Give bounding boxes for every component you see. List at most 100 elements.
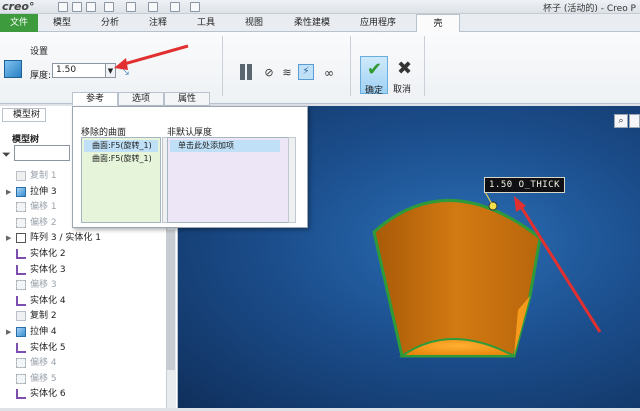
removed-surfaces-list[interactable]: 曲面:F5(旋转_1) 曲面:F5(旋转_1) bbox=[81, 137, 161, 223]
tree-item[interactable]: 偏移 4 bbox=[6, 355, 156, 371]
offset-icon bbox=[16, 280, 26, 291]
tab-references[interactable]: 参考 bbox=[72, 92, 118, 106]
copy-icon bbox=[16, 171, 26, 181]
thickness-annotation-arrow bbox=[114, 44, 189, 70]
cancel-label: 取消 bbox=[393, 85, 412, 95]
glasses-icon[interactable]: ∞ bbox=[320, 66, 338, 80]
tree-item[interactable]: 实体化 3 bbox=[6, 262, 156, 278]
list-item[interactable]: 曲面:F5(旋转_1) bbox=[84, 153, 158, 165]
offset-icon bbox=[16, 358, 26, 369]
tab-properties[interactable]: 属性 bbox=[164, 92, 210, 106]
cup-outer-wall bbox=[372, 198, 542, 358]
tab-options[interactable]: 选项 bbox=[118, 92, 164, 106]
tree-item-label: 实体化 3 bbox=[30, 264, 66, 275]
solidify-icon bbox=[16, 264, 26, 275]
tree-item-label: 偏移 2 bbox=[30, 217, 57, 228]
model-tree-header: 模型树 bbox=[12, 135, 40, 145]
tree-item[interactable]: ▶ 阵列 3 / 实体化 1 bbox=[6, 230, 156, 246]
solidify-icon bbox=[16, 342, 26, 353]
tree-item-label: 拉伸 3 bbox=[30, 186, 57, 197]
copy-icon bbox=[16, 311, 26, 322]
solidify-icon bbox=[16, 389, 26, 400]
tree-item[interactable]: 偏移 3 bbox=[6, 277, 156, 293]
expand-arrow-icon[interactable]: ▶ bbox=[6, 184, 11, 200]
cancel-x-icon: ✖ bbox=[397, 58, 413, 79]
extrude-icon bbox=[16, 327, 26, 337]
tree-item-label: 偏移 5 bbox=[30, 373, 57, 384]
tab-view[interactable]: 视图 bbox=[236, 14, 272, 32]
tree-item[interactable]: 偏移 5 bbox=[6, 371, 156, 387]
tree-scroll-thumb[interactable] bbox=[167, 230, 175, 370]
title-bar: creo° 杯子 (活动的) - Creo P bbox=[0, 0, 640, 14]
solidify-icon bbox=[16, 295, 26, 306]
list-item[interactable]: 曲面:F5(旋转_1) bbox=[84, 140, 158, 152]
tree-item[interactable]: 实体化 5 bbox=[6, 340, 156, 356]
window-icon[interactable] bbox=[170, 2, 180, 12]
references-panel: 移除的曲面 曲面:F5(旋转_1) 曲面:F5(旋转_1) 非默认厚度 单击此处… bbox=[72, 106, 308, 228]
tab-applications[interactable]: 应用程序 bbox=[350, 14, 406, 32]
pause-icon[interactable] bbox=[238, 64, 254, 80]
tree-item[interactable]: 复制 2 bbox=[6, 308, 156, 324]
filter-icon[interactable]: ⏷ bbox=[2, 148, 11, 162]
ok-check-icon: ✔ bbox=[367, 59, 383, 80]
thickness-input[interactable]: 1.50 bbox=[52, 63, 106, 78]
tab-flexible-modeling[interactable]: 柔性建模 bbox=[284, 14, 340, 32]
offset-icon bbox=[16, 202, 26, 213]
tree-item-label: 实体化 6 bbox=[30, 389, 66, 400]
tree-item[interactable]: ▶ 拉伸 4 bbox=[6, 324, 156, 340]
divider bbox=[222, 36, 223, 96]
ribbon-tab-bar: 文件 模型 分析 注释 工具 视图 柔性建模 应用程序 壳 bbox=[0, 14, 640, 33]
tree-item[interactable]: 实体化 2 bbox=[6, 246, 156, 262]
tree-item[interactable]: 实体化 6 bbox=[6, 386, 156, 402]
tree-item-label: 实体化 2 bbox=[30, 249, 66, 259]
regenerate-icon[interactable] bbox=[148, 2, 158, 12]
tree-item-label: 复制 1 bbox=[30, 171, 57, 181]
no-preview-icon[interactable]: ⊘ bbox=[262, 66, 276, 80]
offset-icon bbox=[16, 373, 26, 384]
solidify-icon bbox=[16, 249, 26, 259]
save-icon[interactable] bbox=[86, 2, 96, 12]
undo-icon[interactable] bbox=[104, 2, 114, 12]
tree-item-label: 偏移 4 bbox=[30, 358, 57, 369]
view-toolbar-button[interactable] bbox=[629, 114, 640, 128]
tab-file[interactable]: 文件 bbox=[0, 14, 38, 32]
tree-item-label: 偏移 1 bbox=[30, 202, 57, 213]
tab-model[interactable]: 模型 bbox=[44, 14, 80, 32]
tab-annotate[interactable]: 注释 bbox=[140, 14, 176, 32]
settings-label: 设置 bbox=[30, 47, 49, 57]
ok-button[interactable]: ✔ 确定 bbox=[360, 56, 388, 96]
tree-filter-input[interactable] bbox=[14, 145, 70, 161]
preview-icon[interactable]: ⚡ bbox=[298, 64, 314, 80]
divider bbox=[350, 36, 351, 96]
tab-analysis[interactable]: 分析 bbox=[92, 14, 128, 32]
cancel-button[interactable]: ✖ 取消 bbox=[391, 56, 417, 95]
tree-item-label: 实体化 5 bbox=[30, 342, 66, 353]
close-window-icon[interactable] bbox=[190, 2, 200, 12]
new-file-icon[interactable] bbox=[58, 2, 68, 12]
verify-icon[interactable]: ≋ bbox=[280, 66, 294, 80]
thickness-dimension-label[interactable]: 1.50 O_THICK bbox=[484, 177, 566, 193]
nondefault-thickness-list[interactable]: 单击此处添加项 bbox=[167, 137, 293, 223]
tree-item[interactable]: 实体化 4 bbox=[6, 293, 156, 309]
creo-logo: creo° bbox=[2, 0, 35, 13]
offset-icon bbox=[16, 217, 26, 228]
tree-item-label: 拉伸 4 bbox=[30, 327, 57, 337]
tree-item-label: 实体化 4 bbox=[30, 295, 66, 306]
nondefault-thickness-scrollbar[interactable] bbox=[288, 137, 296, 223]
tree-item-label: 偏移 3 bbox=[30, 280, 57, 291]
divider bbox=[424, 36, 425, 96]
expand-arrow-icon[interactable]: ▶ bbox=[6, 324, 11, 340]
ok-label: 确定 bbox=[365, 86, 384, 96]
window-title: 杯子 (活动的) - Creo P bbox=[543, 4, 636, 14]
model-tree-tab[interactable]: 模型树 bbox=[2, 108, 46, 122]
open-file-icon[interactable] bbox=[72, 2, 82, 12]
tab-shell[interactable]: 壳 bbox=[416, 14, 460, 33]
zoom-icon[interactable]: ⌕ bbox=[614, 114, 628, 128]
redo-icon[interactable] bbox=[126, 2, 136, 12]
tab-tools[interactable]: 工具 bbox=[188, 14, 224, 32]
pattern-icon bbox=[16, 233, 26, 244]
tree-item-label: 复制 2 bbox=[30, 311, 57, 322]
add-item-hint[interactable]: 单击此处添加项 bbox=[170, 140, 280, 152]
shell-icon bbox=[4, 60, 22, 78]
expand-arrow-icon[interactable]: ▶ bbox=[6, 230, 11, 246]
